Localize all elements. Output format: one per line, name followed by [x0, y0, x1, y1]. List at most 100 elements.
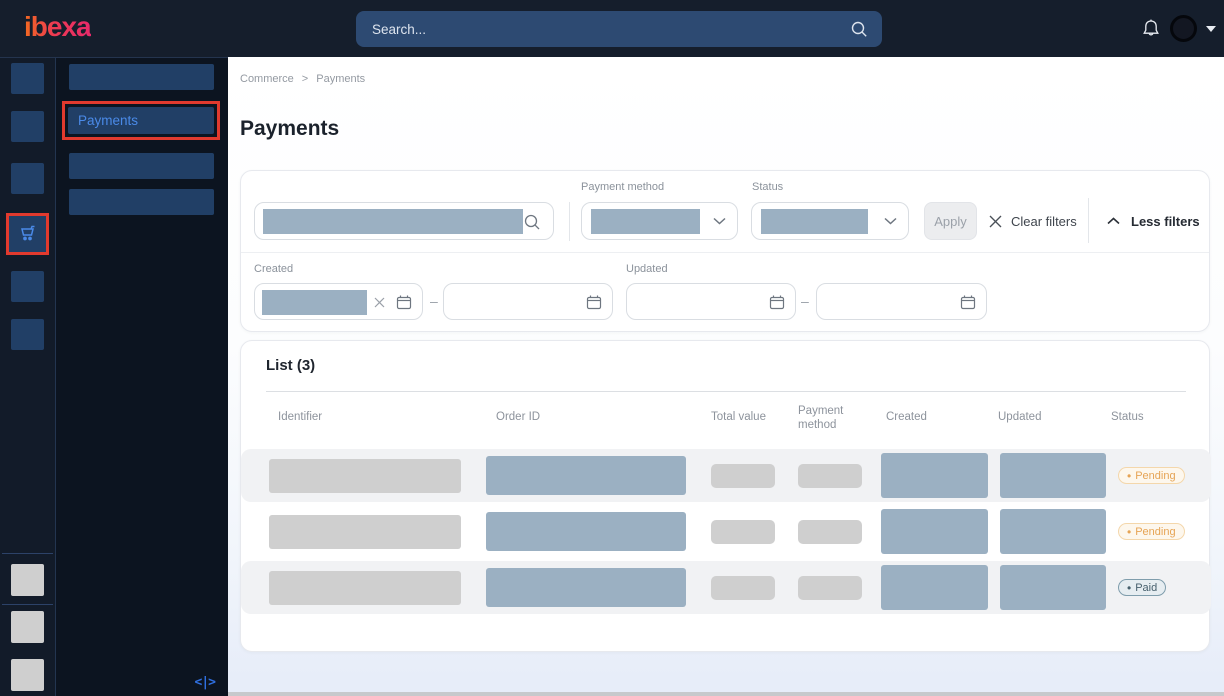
user-menu-caret-icon[interactable]	[1206, 26, 1216, 32]
menu-item-placeholder-2[interactable]	[69, 153, 214, 179]
payment-method-select[interactable]	[581, 202, 738, 240]
shopping-cart-icon[interactable]	[17, 223, 39, 245]
sidebar-menu-panel: Payments <|>	[55, 57, 228, 696]
date-range-separator: –	[801, 293, 809, 309]
created-to-date-input[interactable]	[443, 283, 613, 320]
list-divider	[266, 391, 1186, 392]
rail-nav-placeholder-1[interactable]	[11, 63, 44, 94]
status-badge: Pending	[1118, 467, 1185, 484]
redacted-updated-cell	[1000, 565, 1106, 610]
notifications-bell-icon[interactable]	[1141, 18, 1161, 40]
redacted-payment-method-cell	[798, 576, 862, 600]
search-icon	[850, 20, 868, 38]
rail-nav-placeholder-2[interactable]	[11, 111, 44, 142]
sidebar-rail	[0, 57, 55, 696]
horizontal-scrollbar[interactable]	[228, 692, 1224, 696]
sidebar-collapse-icon[interactable]: <|>	[195, 675, 215, 690]
redacted-status-value	[761, 209, 868, 234]
status-badge: Paid	[1118, 579, 1166, 596]
status-badge: Pending	[1118, 523, 1185, 540]
redacted-payment-method-value	[591, 209, 700, 234]
close-icon	[989, 215, 1002, 228]
redacted-total-value-cell	[711, 464, 775, 488]
created-from-date-input[interactable]	[254, 283, 423, 320]
search-icon	[523, 213, 541, 231]
list-title: List (3)	[266, 357, 315, 374]
column-header-total-value: Total value	[711, 411, 766, 423]
apply-button[interactable]: Apply	[924, 202, 977, 240]
calendar-icon[interactable]	[769, 294, 785, 310]
calendar-icon[interactable]	[586, 294, 602, 310]
redacted-payment-method-cell	[798, 464, 862, 488]
column-header-identifier: Identifier	[278, 411, 322, 423]
breadcrumb: Commerce > Payments	[240, 73, 365, 85]
filter-row-divider	[241, 252, 1209, 253]
main-content: Commerce > Payments Payments Payment met…	[228, 57, 1224, 696]
table-row[interactable]: Pending	[241, 449, 1211, 502]
rail-bottom-placeholder-1[interactable]	[11, 564, 44, 596]
global-search-placeholder: Search...	[372, 22, 850, 37]
menu-item-placeholder-1[interactable]	[69, 64, 214, 90]
topbar-right	[1141, 0, 1216, 57]
chevron-down-icon	[713, 217, 726, 225]
sidebar-item-payments[interactable]: Payments	[68, 107, 214, 134]
updated-label: Updated	[626, 263, 668, 275]
redacted-payment-method-cell	[798, 520, 862, 544]
clear-filters-button[interactable]: Clear filters	[989, 202, 1077, 240]
clear-filters-label: Clear filters	[1011, 214, 1077, 229]
topbar: ibexa Search...	[0, 0, 1224, 57]
rail-divider	[2, 553, 53, 554]
redacted-created-from-value	[262, 290, 367, 315]
redacted-identifier-cell	[269, 571, 461, 605]
table-body: Pending Pending	[241, 449, 1211, 617]
status-select[interactable]	[751, 202, 909, 240]
app-window: ibexa Search...	[0, 0, 1224, 696]
rail-bottom-placeholder-2[interactable]	[11, 611, 44, 643]
rail-divider	[2, 604, 53, 605]
redacted-created-cell	[881, 509, 988, 554]
redacted-order-id-cell	[486, 568, 686, 607]
user-avatar[interactable]	[1170, 15, 1197, 42]
redacted-order-id-cell	[486, 456, 686, 495]
sidebar-item-payments-label: Payments	[78, 113, 138, 128]
column-header-created: Created	[886, 411, 927, 423]
status-label: Status	[752, 181, 783, 193]
filter-search-input[interactable]	[254, 202, 554, 240]
ibexa-logo: ibexa	[24, 11, 91, 43]
updated-to-date-input[interactable]	[816, 283, 987, 320]
less-filters-button[interactable]: Less filters	[1107, 202, 1200, 240]
breadcrumb-separator: >	[302, 73, 308, 85]
global-search-input[interactable]: Search...	[356, 11, 882, 47]
menu-item-placeholder-3[interactable]	[69, 189, 214, 215]
redacted-search-value	[263, 209, 523, 234]
redacted-order-id-cell	[486, 512, 686, 551]
redacted-total-value-cell	[711, 520, 775, 544]
redacted-updated-cell	[1000, 509, 1106, 554]
chevron-down-icon	[884, 217, 897, 225]
calendar-icon[interactable]	[396, 294, 412, 310]
rail-bottom-placeholder-3[interactable]	[11, 659, 44, 691]
redacted-created-cell	[881, 565, 988, 610]
page-title: Payments	[240, 117, 339, 141]
calendar-icon[interactable]	[960, 294, 976, 310]
redacted-identifier-cell	[269, 515, 461, 549]
payment-method-label: Payment method	[581, 181, 664, 193]
rail-nav-placeholder-4[interactable]	[11, 271, 44, 302]
breadcrumb-current: Payments	[316, 73, 365, 85]
redacted-updated-cell	[1000, 453, 1106, 498]
breadcrumb-commerce[interactable]: Commerce	[240, 73, 294, 85]
redacted-identifier-cell	[269, 459, 461, 493]
table-row[interactable]: Paid	[241, 561, 1211, 614]
filters-panel: Payment method Status Apply	[240, 170, 1210, 332]
column-header-order-id: Order ID	[496, 411, 540, 423]
commerce-nav-annotation-box	[6, 213, 49, 255]
rail-nav-placeholder-3[interactable]	[11, 163, 44, 194]
rail-nav-placeholder-5[interactable]	[11, 319, 44, 350]
table-row[interactable]: Pending	[241, 505, 1211, 558]
date-range-separator: –	[430, 293, 438, 309]
updated-from-date-input[interactable]	[626, 283, 796, 320]
column-header-payment-method: Payment method	[798, 404, 854, 432]
payments-list-panel: List (3) Identifier Order ID Total value…	[240, 340, 1210, 652]
redacted-created-cell	[881, 453, 988, 498]
clear-date-icon[interactable]	[374, 297, 385, 308]
